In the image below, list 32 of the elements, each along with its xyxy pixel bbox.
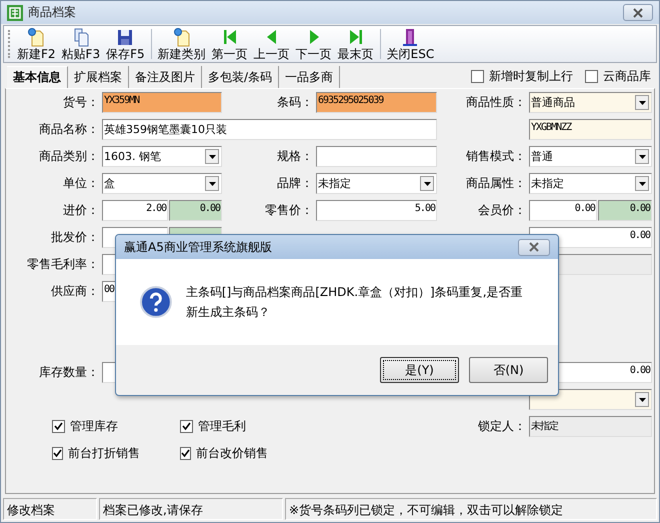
field-label: 单位： <box>62 175 99 192</box>
dialog-title: 赢通A5商业管理系统旗舰版 <box>124 238 272 256</box>
window-title: 商品档案 <box>28 4 77 21</box>
field-label: 销售模式： <box>465 148 526 165</box>
field-label: 锁定人： <box>477 418 526 435</box>
field-label: 库存数量： <box>38 364 99 381</box>
field-label: 批发价： <box>50 229 99 246</box>
dialog-message: 主条码[]与商品档案商品[ZHDK.章盒（对扣）]条码重复,是否重新生成主条码？ <box>186 284 524 321</box>
checkbox-label: 新增时复制上行 <box>489 68 573 85</box>
field-label: 进价： <box>62 202 99 219</box>
field-label: 供应商： <box>50 283 99 300</box>
field-label: 货号： <box>62 94 99 111</box>
field-label: 零售价： <box>264 202 313 219</box>
field-label: 会员价： <box>477 202 526 219</box>
field-label: 规格： <box>276 148 313 165</box>
checkbox-label: 云商品库 <box>603 68 651 85</box>
checkbox-label: 管理库存 <box>70 418 118 435</box>
checkbox-label: 管理毛利 <box>198 418 246 435</box>
status-panel: ※货号条码列已锁定，不可编辑，双击可以解除锁定 <box>285 498 657 520</box>
field-label: 商品性质： <box>465 94 526 111</box>
status-panel: 档案已修改,请保存 <box>99 498 283 520</box>
margin-field: 0.00 <box>598 200 652 221</box>
field-label: 条码： <box>276 94 313 111</box>
field-label: 商品类别： <box>38 148 99 165</box>
checkbox-label: 前台改价销售 <box>196 445 268 462</box>
checkbox-label: 前台打折销售 <box>68 445 140 462</box>
field-label: 品牌： <box>276 175 313 192</box>
margin-field: 0.00 <box>169 200 222 221</box>
field-label: 商品名称： <box>38 121 99 138</box>
field-label: 零售毛利率： <box>26 256 99 273</box>
status-panel: 修改档案 <box>3 498 97 520</box>
field-label: 商品属性： <box>465 175 526 192</box>
